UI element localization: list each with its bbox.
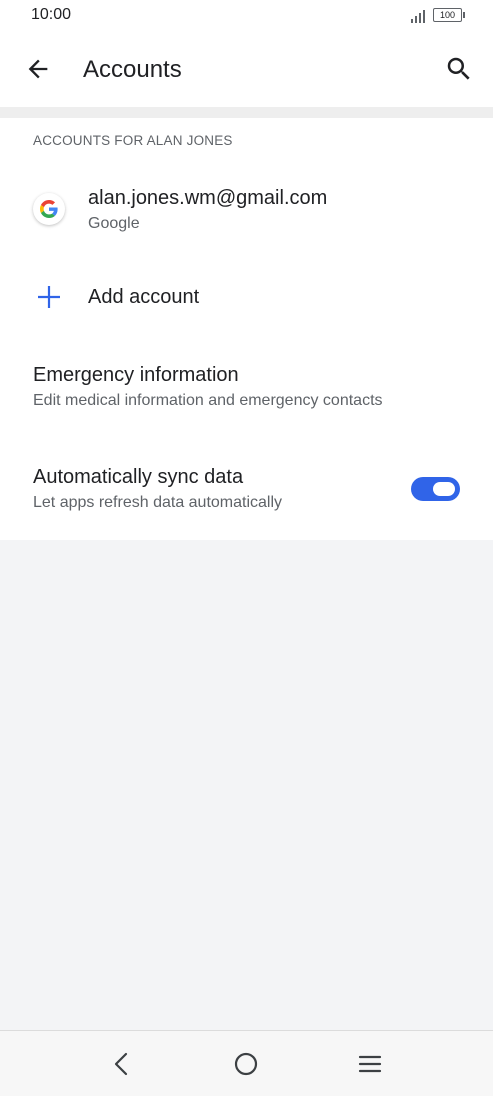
nav-menu-button[interactable] xyxy=(356,1050,384,1078)
emergency-title: Emergency information xyxy=(33,364,239,386)
add-account-button[interactable]: Add account xyxy=(0,263,493,325)
auto-sync-title: Automatically sync data xyxy=(33,466,244,488)
status-time: 10:00 xyxy=(31,6,72,23)
toggle-knob xyxy=(433,482,455,496)
signal-icon xyxy=(411,9,427,23)
nav-back-icon xyxy=(114,1052,128,1076)
page-title: Accounts xyxy=(83,56,182,83)
battery-icon: 100 xyxy=(433,8,465,22)
account-item[interactable]: alan.jones.wm@gmail.com Google xyxy=(0,170,493,250)
emergency-information-item[interactable]: Emergency information Edit medical infor… xyxy=(0,344,493,420)
nav-back-button[interactable] xyxy=(108,1050,136,1078)
navigation-bar xyxy=(0,1030,493,1096)
accounts-list: ACCOUNTS FOR ALAN JONES alan.jones.wm@gm… xyxy=(0,118,493,540)
nav-home-icon xyxy=(234,1052,258,1076)
google-icon xyxy=(33,193,65,225)
auto-sync-item[interactable]: Automatically sync data Let apps refresh… xyxy=(0,445,493,523)
account-type: Google xyxy=(88,215,140,232)
emergency-subtitle: Edit medical information and emergency c… xyxy=(33,392,383,409)
back-button[interactable] xyxy=(24,55,52,83)
add-account-label: Add account xyxy=(88,286,200,308)
status-bar: 10:00 100 xyxy=(0,0,493,32)
plus-icon xyxy=(38,286,60,308)
accounts-screen: 10:00 100 Accounts ACCOUNTS FOR ALAN JON… xyxy=(0,0,493,1096)
search-icon xyxy=(447,57,470,80)
app-bar: Accounts xyxy=(0,32,493,107)
auto-sync-toggle[interactable] xyxy=(411,477,460,501)
section-header: ACCOUNTS FOR ALAN JONES xyxy=(33,133,233,148)
nav-home-button[interactable] xyxy=(232,1050,260,1078)
nav-menu-icon xyxy=(358,1055,382,1073)
search-button[interactable] xyxy=(444,54,474,84)
auto-sync-subtitle: Let apps refresh data automatically xyxy=(33,494,283,511)
arrow-left-icon xyxy=(28,59,48,79)
account-email: alan.jones.wm@gmail.com xyxy=(88,187,328,209)
divider xyxy=(0,107,493,118)
